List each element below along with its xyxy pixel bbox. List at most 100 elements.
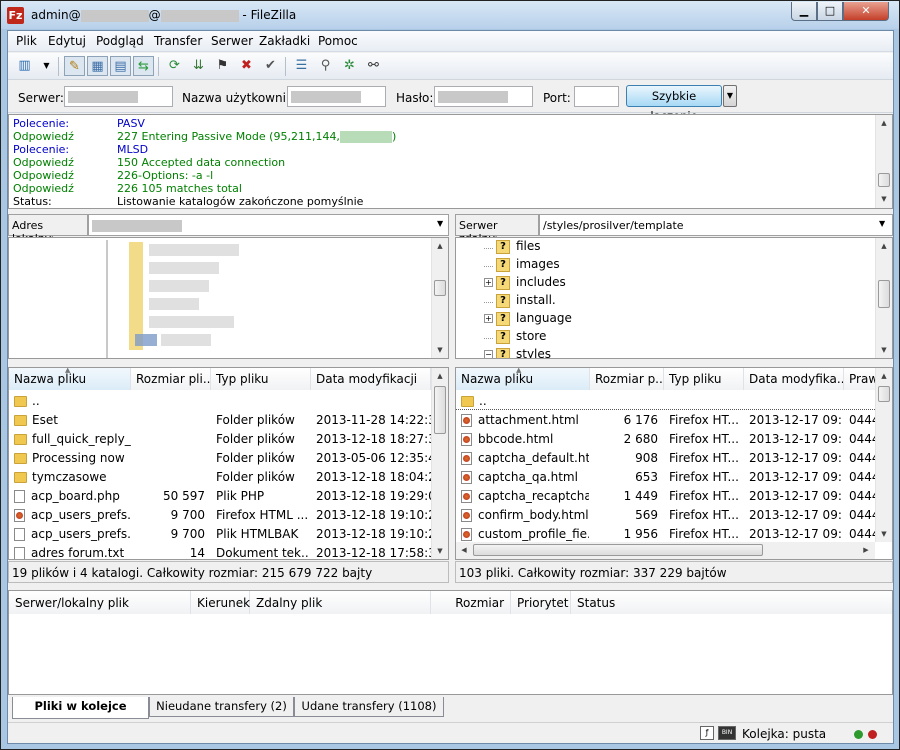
scroll-thumb[interactable] — [434, 280, 446, 296]
remote-file-row[interactable]: .. — [456, 391, 875, 410]
search-remote-icon[interactable]: ⚯ — [363, 56, 384, 76]
disconnect-icon[interactable]: ✖ — [236, 56, 257, 76]
scroll-down-arrow-icon[interactable]: ▼ — [432, 342, 448, 358]
remote-file-row[interactable]: custom_profile_fie... 1 956 Firefox HT... 2… — [456, 524, 875, 543]
toggle-remote-tree-icon[interactable]: ▤ — [110, 56, 131, 76]
host-input[interactable] — [64, 86, 173, 107]
scroll-left-arrow-icon[interactable]: ◀ — [456, 542, 472, 558]
menu-zakladki[interactable]: Zakładki — [259, 34, 310, 48]
remote-tree-item[interactable]: ? images — [484, 257, 560, 273]
local-tree-scrollbar[interactable]: ▲ ▼ — [431, 238, 448, 358]
remote-tree-item[interactable]: +? language — [484, 311, 572, 327]
binary-mode-icon[interactable]: BIN — [718, 726, 736, 740]
scroll-thumb[interactable] — [878, 280, 890, 308]
local-tree[interactable]: ▲ ▼ — [8, 237, 449, 359]
scroll-up-arrow-icon[interactable]: ▲ — [432, 238, 448, 254]
remote-list-scrollbar[interactable]: ▲ ▼ — [875, 368, 892, 542]
reconnect-icon[interactable]: ✔ — [260, 56, 281, 76]
remote-file-row[interactable]: bbcode.html 2 680 Firefox HT... 2013-12-17 … — [456, 429, 875, 448]
local-col-type[interactable]: Typ pliku — [211, 368, 311, 390]
remote-tree-item[interactable]: ? install. — [484, 293, 556, 309]
local-file-row[interactable]: adres forum.txt 14 Dokument tek... 2013-12-… — [9, 543, 431, 559]
collapse-icon[interactable]: − — [484, 350, 493, 358]
local-col-size[interactable]: Rozmiar pli... — [131, 368, 211, 390]
local-list-scrollbar[interactable]: ▲ ▼ — [431, 368, 448, 559]
site-manager-icon[interactable]: ▥ — [14, 56, 35, 76]
site-manager-dropdown-icon[interactable]: ▼ — [36, 56, 57, 76]
scroll-thumb[interactable] — [434, 386, 446, 434]
expand-icon[interactable]: + — [484, 278, 493, 287]
remote-col-type[interactable]: Typ pliku — [664, 368, 744, 390]
remote-file-row[interactable]: captcha_qa.html 653 Firefox HT... 2013-12-1… — [456, 467, 875, 486]
close-button[interactable]: ✕ — [843, 2, 889, 21]
tab-successful-transfers[interactable]: Udane transfery (1108) — [294, 697, 444, 717]
scroll-up-arrow-icon[interactable]: ▲ — [876, 115, 892, 131]
minimize-button[interactable]: ▁ — [791, 2, 817, 21]
remote-file-row[interactable]: captcha_default.ht... 908 Firefox HT... 201… — [456, 448, 875, 467]
local-col-date[interactable]: Data modyfikacji — [311, 368, 431, 390]
tab-failed-transfers[interactable]: Nieudane transfery (2) — [149, 697, 294, 717]
expand-icon[interactable]: + — [484, 314, 493, 323]
remote-tree-scrollbar[interactable]: ▲ ▼ — [875, 238, 892, 358]
pass-input[interactable] — [434, 86, 533, 107]
remote-list-hscrollbar[interactable]: ◀ ▶ — [456, 542, 875, 559]
maximize-button[interactable]: □ — [817, 2, 843, 21]
scroll-thumb[interactable] — [878, 386, 890, 402]
remote-tree-item[interactable]: ? files — [484, 239, 541, 255]
toggle-log-icon[interactable]: ✎ — [64, 56, 85, 76]
remote-tree-item[interactable]: −? styles — [484, 347, 551, 358]
scroll-down-arrow-icon[interactable]: ▼ — [432, 543, 448, 559]
local-file-row[interactable]: acp_users_prefs.... 9 700 Firefox HTML ...… — [9, 505, 431, 524]
queue-col-direction[interactable]: Kierunek — [191, 591, 250, 614]
queue-col-remote-file[interactable]: Zdalny plik — [250, 591, 431, 614]
local-address-input[interactable] — [88, 214, 449, 236]
user-input[interactable] — [287, 86, 386, 107]
remote-address-dropdown-icon[interactable]: ▼ — [879, 219, 885, 228]
scroll-up-arrow-icon[interactable]: ▲ — [432, 368, 448, 384]
quickconnect-button[interactable]: Szybkie łączenie — [626, 85, 722, 123]
scroll-thumb[interactable] — [878, 173, 890, 187]
scroll-right-arrow-icon[interactable]: ▶ — [858, 542, 874, 558]
scroll-down-arrow-icon[interactable]: ▼ — [876, 526, 892, 542]
process-queue-icon[interactable]: ⇊ — [188, 56, 209, 76]
remote-tree[interactable]: ? files ? images +? includes ? install. +? langua… — [455, 237, 893, 359]
local-file-row[interactable]: tymczasowe Folder plików 2013-12-18 18:04:… — [9, 467, 431, 486]
menu-plik[interactable]: Plik — [16, 34, 37, 48]
toggle-queue-icon[interactable]: ⇆ — [133, 56, 154, 76]
local-file-row[interactable]: acp_users_prefs.... 9 700 Plik HTMLBAK 2013… — [9, 524, 431, 543]
local-address-dropdown-icon[interactable]: ▼ — [437, 219, 443, 228]
local-file-row[interactable]: Eset Folder plików 2013-11-28 14:22:31 — [9, 410, 431, 429]
remote-file-row[interactable]: confirm_body.html 569 Firefox HT... 2013-12… — [456, 505, 875, 524]
toggle-local-tree-icon[interactable]: ▦ — [87, 56, 108, 76]
scroll-thumb[interactable] — [473, 544, 763, 556]
local-file-row[interactable]: full_quick_reply_... Folder plików 2013-12… — [9, 429, 431, 448]
remote-tree-item[interactable]: ? store — [484, 329, 546, 345]
log-scrollbar[interactable]: ▲ ▼ — [875, 115, 892, 208]
menu-podglad[interactable]: Podgląd — [96, 34, 144, 48]
remote-path-input[interactable]: /styles/prosilver/template — [539, 214, 893, 236]
filter-status-icon[interactable]: ƒ — [700, 726, 714, 740]
scroll-down-arrow-icon[interactable]: ▼ — [876, 191, 892, 207]
queue-col-priority[interactable]: Priorytet — [511, 591, 571, 614]
menu-transfer[interactable]: Transfer — [154, 34, 202, 48]
remote-tree-item[interactable]: +? includes — [484, 275, 566, 291]
menu-edytuj[interactable]: Edytuj — [48, 34, 86, 48]
cancel-operation-icon[interactable]: ⚑ — [212, 56, 233, 76]
menu-pomoc[interactable]: Pomoc — [318, 34, 358, 48]
title-bar[interactable]: Fz admin@ @ - FileZilla ▁ □ ✕ — [1, 1, 899, 29]
local-file-row[interactable]: Processing now Folder plików 2013-05-06 12… — [9, 448, 431, 467]
compare-dirs-icon[interactable]: ⚲ — [315, 56, 336, 76]
local-col-name[interactable]: ▲ Nazwa pliku — [9, 368, 131, 390]
remote-col-permissions[interactable]: Praw — [844, 368, 876, 390]
menu-serwer[interactable]: Serwer — [211, 34, 253, 48]
queue-col-size[interactable]: Rozmiar — [431, 591, 511, 614]
local-file-row[interactable]: .. — [9, 391, 431, 410]
remote-file-row[interactable]: attachment.html 6 176 Firefox HT... 2013-12… — [456, 410, 875, 429]
quickconnect-history-dropdown[interactable]: ▼ — [723, 85, 737, 107]
remote-col-size[interactable]: Rozmiar p... — [590, 368, 664, 390]
tab-queued-files[interactable]: Pliki w kolejce — [12, 697, 149, 719]
remote-col-date[interactable]: Data modyfika... — [744, 368, 844, 390]
scroll-up-arrow-icon[interactable]: ▲ — [876, 368, 892, 384]
scroll-down-arrow-icon[interactable]: ▼ — [876, 342, 892, 358]
refresh-icon[interactable]: ⟳ — [164, 56, 185, 76]
